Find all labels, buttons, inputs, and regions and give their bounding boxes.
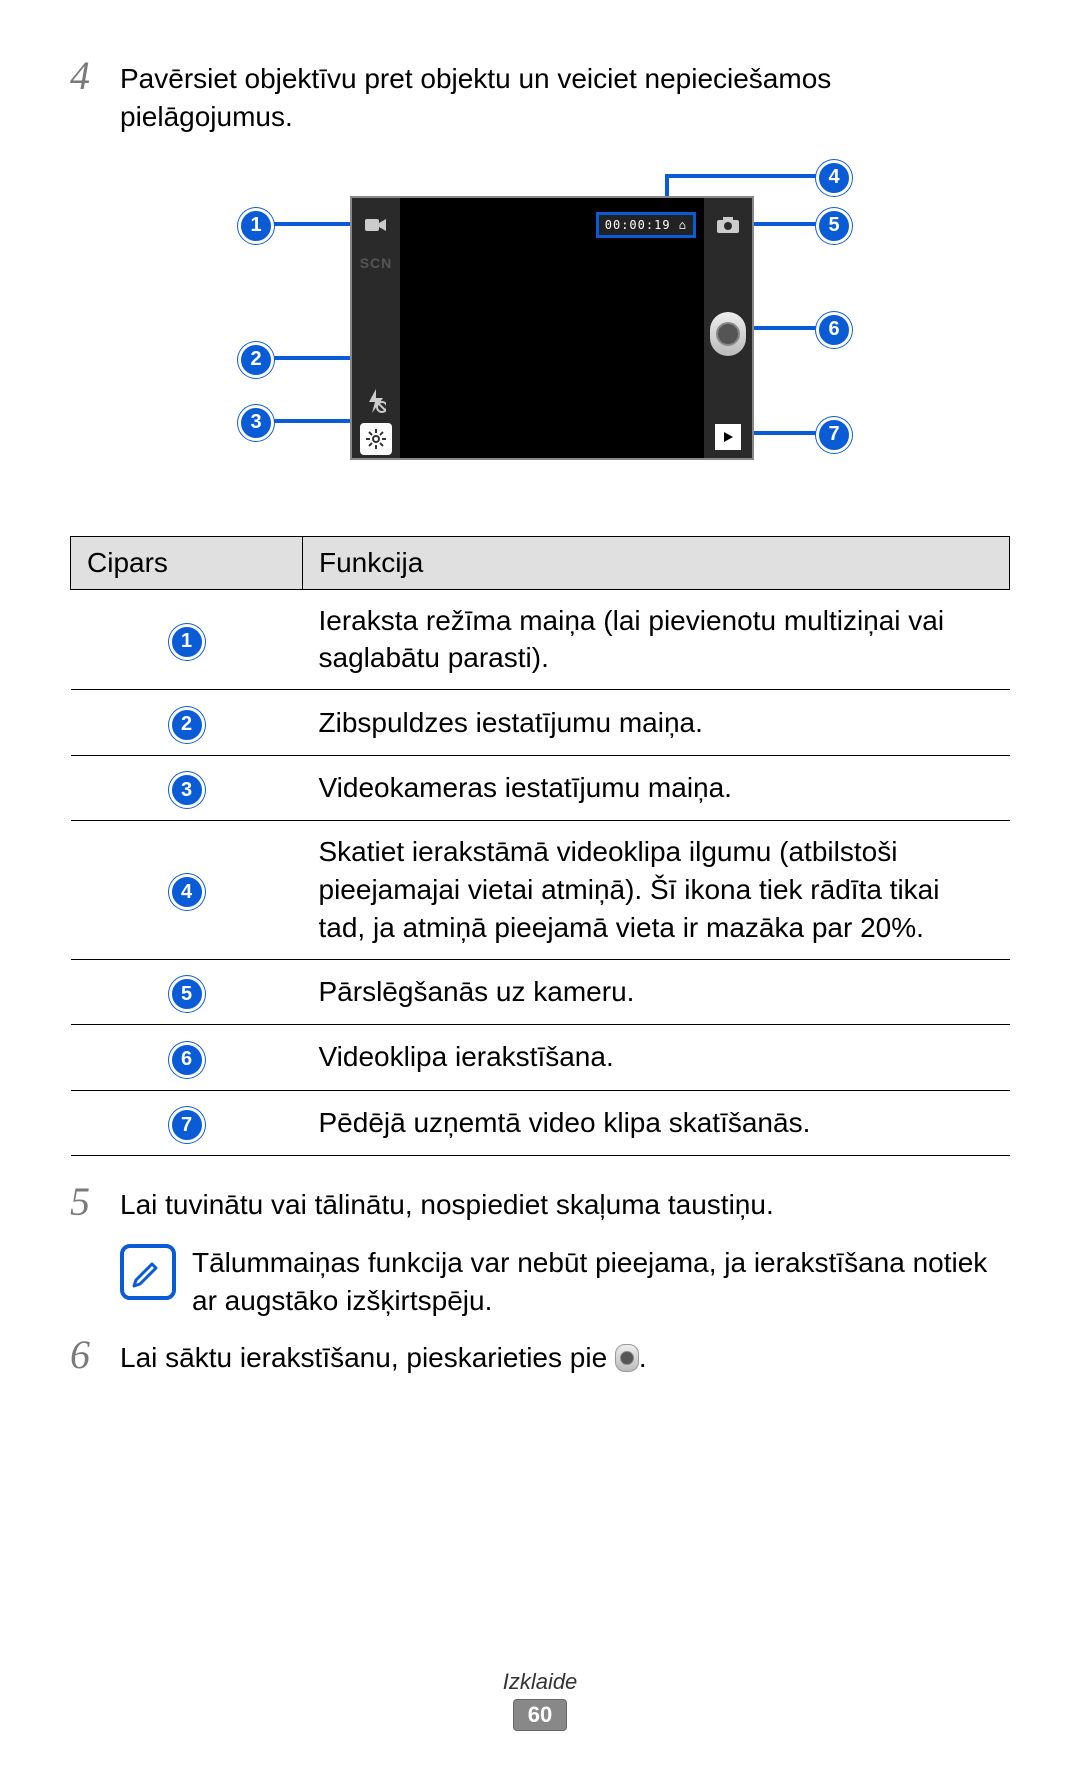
step-text: Lai tuvinātu vai tālinātu, nospiediet sk… xyxy=(120,1186,1010,1224)
callout-2: 2 xyxy=(238,342,274,378)
row-badge: 1 xyxy=(169,624,205,660)
camera-switch-icon xyxy=(712,209,744,241)
callout-3: 3 xyxy=(238,405,274,441)
video-mode-icon xyxy=(360,209,392,241)
functions-table: Cipars Funkcija 1 Ieraksta režīma maiņa … xyxy=(70,536,1010,1156)
table-row: 1 Ieraksta režīma maiņa (lai pievienotu … xyxy=(71,589,1010,690)
footer-section: Izklaide xyxy=(0,1669,1080,1695)
callout-7: 7 xyxy=(816,417,852,453)
step-number: 5 xyxy=(70,1182,120,1222)
table-header-func: Funkcija xyxy=(303,536,1010,589)
camera-diagram: SCN 00:00:19 ⌂ xyxy=(70,166,1010,506)
row-desc: Videoklipa ierakstīšana. xyxy=(303,1025,1010,1091)
row-desc: Zibspuldzes iestatījumu maiņa. xyxy=(303,690,1010,756)
step-text: Lai sāktu ierakstīšanu, pieskarieties pi… xyxy=(120,1339,1010,1377)
callout-4: 4 xyxy=(816,160,852,196)
shutter-icon xyxy=(615,1344,639,1372)
shutter-button xyxy=(710,312,746,356)
note-text: Tālummaiņas funkcija var nebūt pieejama,… xyxy=(192,1244,1010,1320)
row-desc: Ieraksta režīma maiņa (lai pievienotu mu… xyxy=(303,589,1010,690)
phone-screen: SCN 00:00:19 ⌂ xyxy=(350,196,754,460)
row-badge: 5 xyxy=(169,976,205,1012)
page-footer: Izklaide 60 xyxy=(0,1669,1080,1731)
step-number: 4 xyxy=(70,56,120,96)
step-6: 6 Lai sāktu ierakstīšanu, pieskarieties … xyxy=(70,1339,1010,1377)
table-row: 7 Pēdējā uzņemtā video klipa skatīšanās. xyxy=(71,1090,1010,1156)
table-header-num: Cipars xyxy=(71,536,303,589)
play-icon xyxy=(715,424,741,450)
row-desc: Videokameras iestatījumu maiņa. xyxy=(303,755,1010,821)
table-row: 5 Pārslēgšanās uz kameru. xyxy=(71,959,1010,1025)
callout-6: 6 xyxy=(816,312,852,348)
step-number: 6 xyxy=(70,1335,120,1375)
row-badge: 2 xyxy=(169,707,205,743)
table-row: 3 Videokameras iestatījumu maiņa. xyxy=(71,755,1010,821)
note-icon xyxy=(120,1244,176,1300)
page-number: 60 xyxy=(513,1699,567,1731)
row-desc: Pēdējā uzņemtā video klipa skatīšanās. xyxy=(303,1090,1010,1156)
left-toolbar: SCN xyxy=(352,198,400,458)
scn-icon: SCN xyxy=(360,247,392,279)
callout-5: 5 xyxy=(816,208,852,244)
row-badge: 7 xyxy=(169,1107,205,1143)
step-4: 4 Pavērsiet objektīvu pret objektu un ve… xyxy=(70,60,1010,136)
gear-icon xyxy=(360,423,392,455)
row-badge: 6 xyxy=(169,1042,205,1078)
table-row: 4 Skatiet ierakstāmā videoklipa ilgumu (… xyxy=(71,821,1010,959)
row-desc: Skatiet ierakstāmā videoklipa ilgumu (at… xyxy=(303,821,1010,959)
row-desc: Pārslēgšanās uz kameru. xyxy=(303,959,1010,1025)
step-5: 5 Lai tuvinātu vai tālinātu, nospiediet … xyxy=(70,1186,1010,1224)
right-toolbar xyxy=(704,198,752,458)
flash-icon xyxy=(360,385,392,417)
callout-1: 1 xyxy=(238,208,274,244)
table-row: 6 Videoklipa ierakstīšana. xyxy=(71,1025,1010,1091)
note-box: Tālummaiņas funkcija var nebūt pieejama,… xyxy=(120,1244,1010,1320)
step-text: Pavērsiet objektīvu pret objektu un veic… xyxy=(120,60,1010,136)
row-badge: 4 xyxy=(169,874,205,910)
table-row: 2 Zibspuldzes iestatījumu maiņa. xyxy=(71,690,1010,756)
step6-after: . xyxy=(639,1342,647,1373)
step6-before: Lai sāktu ierakstīšanu, pieskarieties pi… xyxy=(120,1342,615,1373)
recording-timer: 00:00:19 ⌂ xyxy=(596,212,696,238)
row-badge: 3 xyxy=(169,772,205,808)
